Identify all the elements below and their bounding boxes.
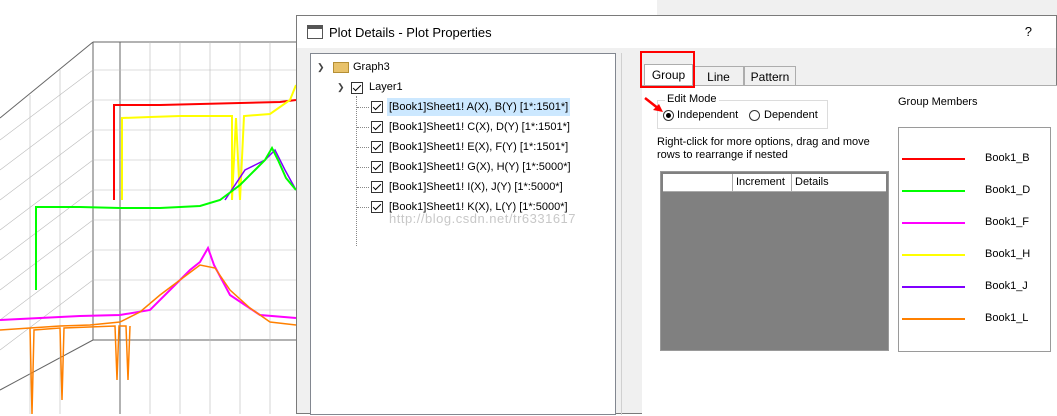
tree-guide [357,187,369,188]
member-color-line [902,286,965,288]
window-title: Plot Details - Plot Properties [329,25,492,40]
tree-guide [357,167,369,168]
splitter[interactable] [621,53,622,415]
tree-guide [357,127,369,128]
help-button[interactable]: ? [1025,24,1032,39]
member-color-line [902,318,965,320]
grid-header-details: Details [795,176,829,188]
member-name[interactable]: Book1_J [985,280,1028,292]
member-color-line [902,190,965,192]
member-color-line [902,254,965,256]
hint-line-1: Right-click for more options, drag and m… [657,136,870,148]
plot-checkbox[interactable] [371,181,383,193]
tab-pattern[interactable]: Pattern [744,66,796,86]
plot-checkbox[interactable] [371,121,383,133]
member-color-line [902,158,965,160]
watermark: http://blog.csdn.net/tr6331617 [389,211,577,226]
tree-guide [357,147,369,148]
dependent-radio[interactable] [749,110,760,121]
member-color-line [902,222,965,224]
chevron-down-icon[interactable]: ❯ [337,82,345,93]
folder-icon [333,62,349,73]
plot-checkbox[interactable] [371,201,383,213]
group-members-list[interactable]: Book1_B Book1_D Book1_F Book1_H Book1_J Book1… [898,127,1051,352]
tree-item-plot[interactable]: [Book1]Sheet1! C(X), D(Y) [1*:1501*] [387,118,572,136]
dependent-label[interactable]: Dependent [764,109,818,121]
member-name[interactable]: Book1_F [985,216,1029,228]
tree-item-plot[interactable]: [Book1]Sheet1! I(X), J(Y) [1*:5000*] [387,178,565,196]
plot-checkbox[interactable] [371,161,383,173]
plot-checkbox[interactable] [371,101,383,113]
highlight-box [640,51,695,88]
window-icon [307,25,323,39]
group-grid[interactable]: Increment Details [660,171,889,351]
hint-line-2: rows to rearrange if nested [657,149,788,161]
tree-item-graph[interactable]: Graph3 [353,58,390,76]
tab-line[interactable]: Line [693,66,744,86]
tree-guide [356,96,357,246]
layer-checkbox[interactable] [351,82,363,94]
grid-header-increment: Increment [733,174,792,191]
independent-label[interactable]: Independent [677,109,738,121]
group-members-label: Group Members [898,96,978,108]
title-bar: Plot Details - Plot Properties ? [297,16,1056,48]
plot-details-dialog: Plot Details - Plot Properties ? ❯ Graph… [296,15,1057,416]
tree-guide [357,207,369,208]
tree-item-plot[interactable]: [Book1]Sheet1! E(X), F(Y) [1*:1501*] [387,138,570,156]
edit-mode-label: Edit Mode [665,93,719,105]
member-name[interactable]: Book1_H [985,248,1030,260]
member-name[interactable]: Book1_B [985,152,1030,164]
member-name[interactable]: Book1_L [985,312,1028,324]
grid-header-blank [663,174,733,191]
member-name[interactable]: Book1_D [985,184,1030,196]
tree-item-layer[interactable]: Layer1 [369,78,403,96]
plot-tree[interactable]: ❯ Graph3 ❯ Layer1 [Book1]Sheet1! A(X), B… [310,53,616,415]
tree-item-plot[interactable]: [Book1]Sheet1! G(X), H(Y) [1*:5000*] [387,158,573,176]
tree-guide [357,107,369,108]
chevron-down-icon[interactable]: ❯ [317,62,325,73]
grid-header: Increment Details [663,174,886,192]
tree-item-plot[interactable]: [Book1]Sheet1! A(X), B(Y) [1*:1501*] [387,98,571,116]
red-arrow-icon [644,97,663,112]
plot-checkbox[interactable] [371,141,383,153]
